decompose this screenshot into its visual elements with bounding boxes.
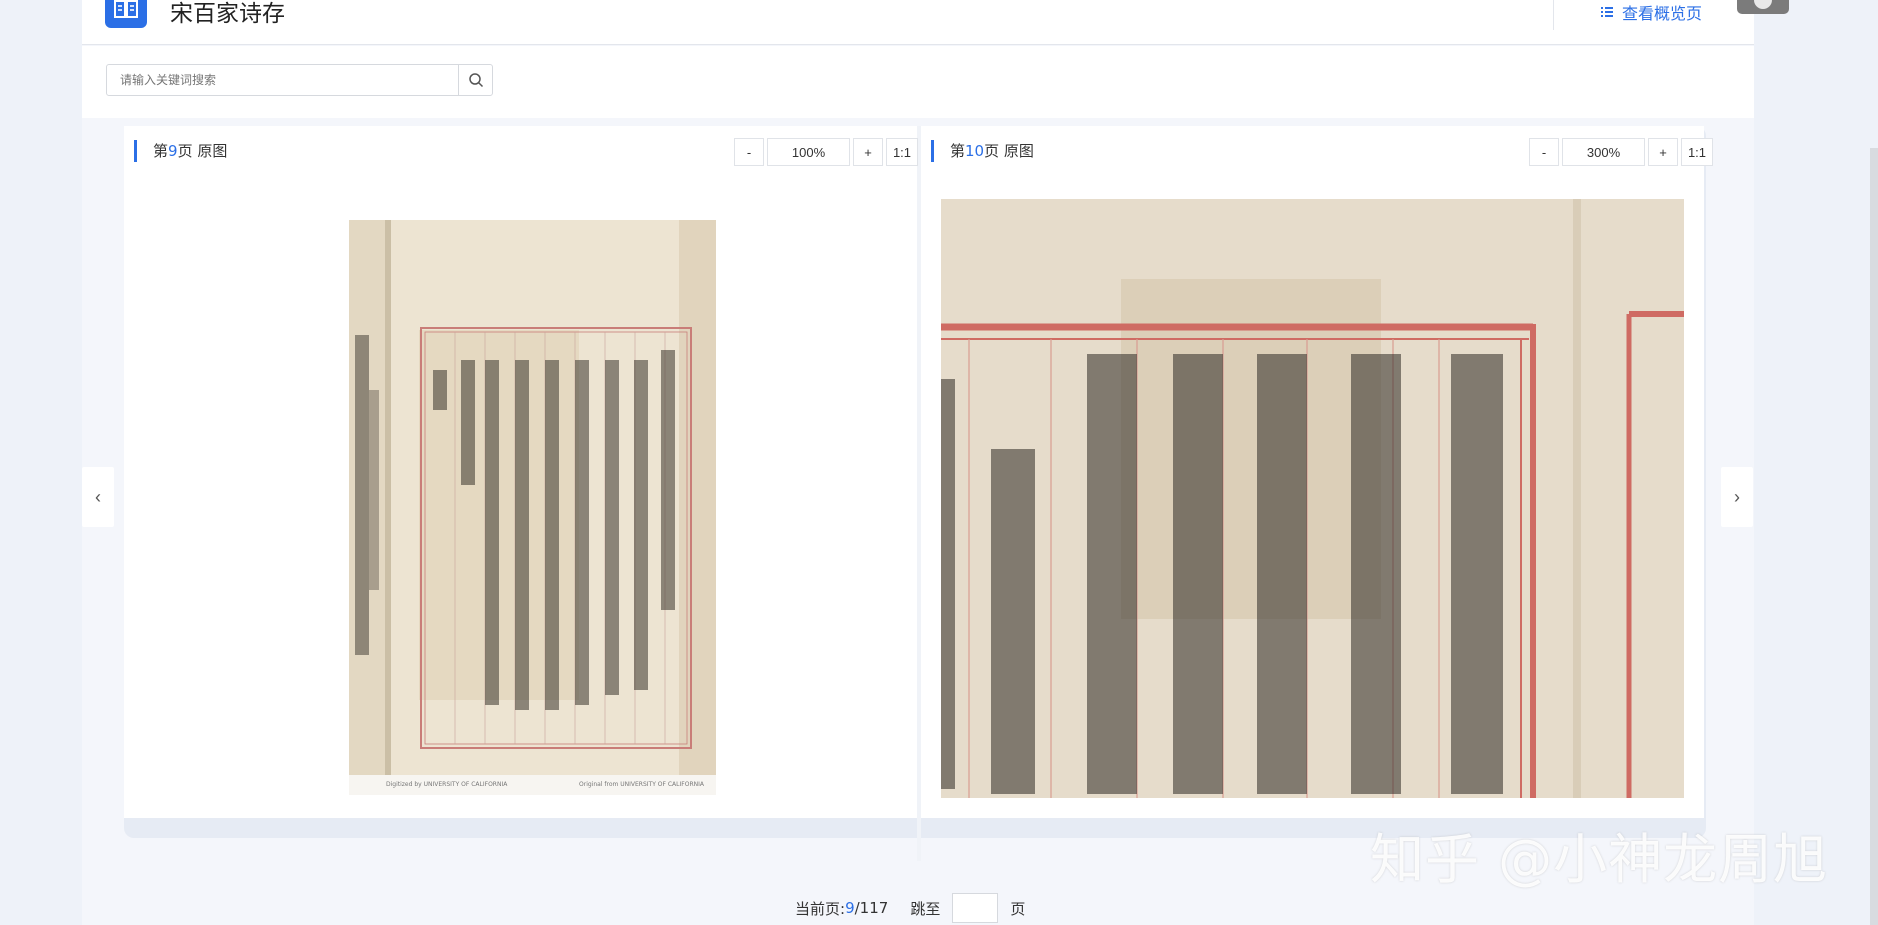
scan-footer-right: Original from UNIVERSITY OF CALIFORNIA <box>579 781 705 788</box>
search-icon <box>468 73 483 88</box>
book-title: 宋百家诗存 <box>170 1 285 27</box>
scan-footer-left: Digitized by UNIVERSITY OF CALIFORNIA <box>386 781 508 788</box>
left-zoom-value: 100% <box>767 138 850 166</box>
scan-left-graphic: Digitized by UNIVERSITY OF CALIFORNIA Or… <box>349 220 716 788</box>
page-unit-label: 页 <box>1010 899 1026 918</box>
current-page-label: 当前页: <box>795 899 846 918</box>
avatar-icon <box>1754 0 1772 9</box>
chevron-left-icon: ‹ <box>95 486 101 507</box>
left-zoom-control: - 100% + 1:1 <box>734 138 918 166</box>
left-page-title: 第9页 原图 <box>134 140 227 162</box>
jump-page-input[interactable] <box>952 893 999 923</box>
next-page-button[interactable]: › <box>1721 467 1753 527</box>
right-zoom-in-button[interactable]: + <box>1648 138 1678 166</box>
right-zoom-control: - 300% + 1:1 <box>1529 138 1713 166</box>
pagination: 当前页: 9 / 117 跳至 页 <box>795 893 1025 923</box>
top-bar <box>82 0 1754 45</box>
watermark: 知乎 @小神龙周旭 <box>1370 828 1829 891</box>
left-zoom-reset-button[interactable]: 1:1 <box>886 138 918 166</box>
overview-link[interactable]: 查看概览页 <box>1600 0 1702 24</box>
search-input[interactable] <box>107 65 457 95</box>
total-pages: 117 <box>859 899 889 917</box>
left-page-number: 9 <box>168 142 178 160</box>
user-avatar[interactable] <box>1737 0 1789 14</box>
right-page-number: 10 <box>965 142 985 160</box>
overview-label: 查看概览页 <box>1622 4 1703 23</box>
jump-label: 跳至 <box>910 899 941 918</box>
open-book-icon <box>114 0 138 18</box>
chevron-right-icon: › <box>1734 486 1740 507</box>
current-page-number: 9 <box>845 899 855 917</box>
right-zoom-reset-button[interactable]: 1:1 <box>1681 138 1713 166</box>
prev-page-button[interactable]: ‹ <box>82 467 114 527</box>
right-page-title: 第10页 原图 <box>931 140 1034 162</box>
right-zoom-value: 300% <box>1562 138 1645 166</box>
right-zoom-out-button[interactable]: - <box>1529 138 1559 166</box>
right-page-scan-image[interactable] <box>941 199 1684 798</box>
left-zoom-in-button[interactable]: + <box>853 138 883 166</box>
left-zoom-out-button[interactable]: - <box>734 138 764 166</box>
search-box <box>106 64 493 96</box>
list-icon <box>1601 7 1613 17</box>
left-page-scan-image[interactable]: Digitized by UNIVERSITY OF CALIFORNIA Or… <box>349 220 716 795</box>
page-scrollbar[interactable] <box>1870 148 1878 925</box>
right-panel-header: 第10页 原图 - 300% + 1:1 <box>931 138 1713 166</box>
topbar-divider <box>1553 0 1554 30</box>
scan-right-graphic <box>941 199 1684 798</box>
book-logo <box>105 0 147 28</box>
search-button[interactable] <box>458 65 492 95</box>
left-panel-header: 第9页 原图 - 100% + 1:1 <box>134 138 918 166</box>
